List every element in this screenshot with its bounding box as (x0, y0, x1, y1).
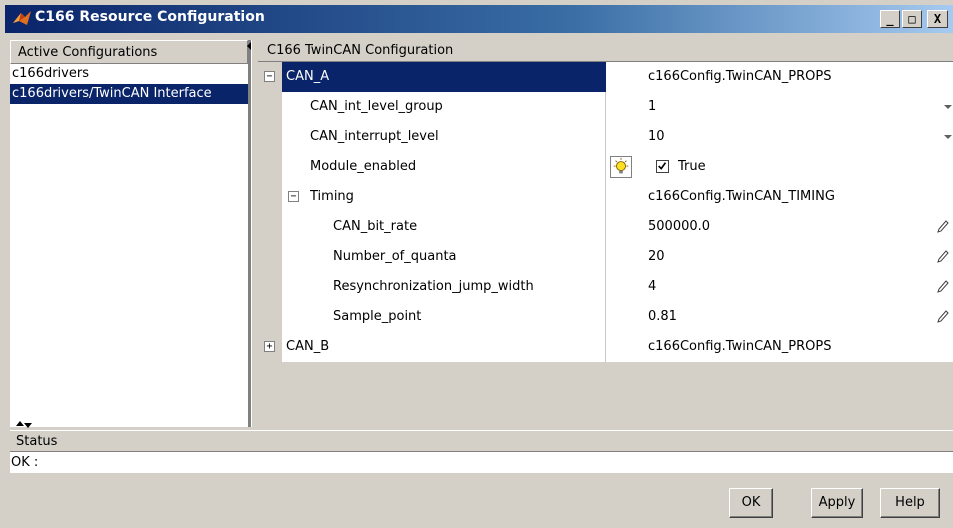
status-text: OK : (10, 451, 953, 473)
twincan-configuration-panel: C166 TwinCAN Configuration − CAN_A c166C… (258, 40, 953, 427)
property-name-cell: Resynchronization_jump_width (258, 272, 606, 302)
table-row[interactable]: − CAN_A c166Config.TwinCAN_PROPS (258, 62, 953, 92)
property-value-cell[interactable]: 500000.0 (606, 212, 953, 242)
config-item-c166drivers[interactable]: c166drivers (10, 64, 248, 84)
table-row[interactable]: CAN_int_level_group 1 (258, 92, 953, 122)
pencil-icon[interactable] (937, 220, 949, 234)
property-value: 500000.0 (648, 219, 711, 234)
status-header: Status (10, 430, 953, 452)
property-name: CAN_interrupt_level (310, 129, 439, 144)
property-name: Timing (310, 189, 354, 204)
property-value: 10 (648, 129, 665, 144)
property-value-cell[interactable]: 1 (606, 92, 953, 122)
table-row[interactable]: − Timing c166Config.TwinCAN_TIMING (258, 182, 953, 212)
property-name-cell: Number_of_quanta (258, 242, 606, 272)
property-name: CAN_bit_rate (333, 219, 418, 234)
config-item-twincan-interface[interactable]: c166drivers/TwinCAN Interface (10, 84, 248, 104)
title-bar: C166 Resource Configuration _ □ X (0, 0, 953, 33)
property-value: c166Config.TwinCAN_TIMING (648, 189, 835, 204)
property-value-cell[interactable]: 10 (606, 122, 953, 152)
property-value: 1 (648, 99, 657, 114)
pencil-icon[interactable] (937, 280, 949, 294)
table-row[interactable]: Module_enabled True (258, 152, 953, 182)
twincan-configuration-header: C166 TwinCAN Configuration (258, 40, 953, 62)
chevron-down-icon[interactable] (943, 131, 953, 143)
table-row[interactable]: Resynchronization_jump_width 4 (258, 272, 953, 302)
matlab-icon (13, 11, 31, 25)
property-value-cell[interactable]: 0.81 (606, 302, 953, 332)
pencil-icon[interactable] (937, 310, 949, 324)
property-value: c166Config.TwinCAN_PROPS (648, 69, 832, 84)
table-row[interactable]: CAN_interrupt_level 10 (258, 122, 953, 152)
table-row[interactable]: Number_of_quanta 20 (258, 242, 953, 272)
property-value: 0.81 (648, 309, 677, 324)
property-value: 20 (648, 249, 665, 264)
property-name: CAN_A (286, 69, 330, 84)
minimize-button[interactable]: _ (880, 10, 900, 28)
collapse-icon[interactable]: − (264, 71, 275, 82)
maximize-button[interactable]: □ (902, 10, 922, 28)
active-configurations-header: Active Configurations (10, 40, 248, 64)
property-name-cell: Module_enabled (258, 152, 606, 182)
chevron-down-icon[interactable] (943, 101, 953, 113)
property-value-cell[interactable]: 20 (606, 242, 953, 272)
property-name-cell: Sample_point (258, 302, 606, 332)
property-value: True (678, 159, 706, 174)
property-value-cell: c166Config.TwinCAN_TIMING (606, 182, 953, 212)
help-button[interactable]: Help (880, 488, 940, 518)
ok-button[interactable]: OK (729, 488, 773, 518)
property-name: Module_enabled (310, 159, 417, 174)
property-name-cell: − Timing (258, 182, 606, 212)
property-name: Number_of_quanta (333, 249, 457, 264)
property-name-cell: CAN_int_level_group (258, 92, 606, 122)
table-row[interactable]: + CAN_B c166Config.TwinCAN_PROPS (258, 332, 953, 362)
property-value-cell[interactable]: 4 (606, 272, 953, 302)
property-name: CAN_B (286, 339, 330, 354)
property-name-cell: CAN_interrupt_level (258, 122, 606, 152)
close-button[interactable]: X (927, 10, 948, 28)
property-name-cell: CAN_bit_rate (258, 212, 606, 242)
splitter-arrows-icon[interactable] (14, 420, 34, 430)
checkmark-icon (658, 162, 667, 170)
property-value: c166Config.TwinCAN_PROPS (648, 339, 832, 354)
apply-button[interactable]: Apply (811, 488, 863, 518)
property-name-cell: + CAN_B (258, 332, 606, 362)
collapse-icon[interactable]: − (288, 191, 299, 202)
lightbulb-icon[interactable] (610, 156, 632, 178)
table-row[interactable]: CAN_bit_rate 500000.0 (258, 212, 953, 242)
property-name-cell: − CAN_A (258, 62, 606, 92)
table-row[interactable]: Sample_point 0.81 (258, 302, 953, 332)
property-name: Sample_point (333, 309, 422, 324)
property-name: CAN_int_level_group (310, 99, 443, 114)
property-table: − CAN_A c166Config.TwinCAN_PROPS CAN_int… (258, 62, 953, 362)
property-value: 4 (648, 279, 657, 294)
expand-icon[interactable]: + (264, 341, 275, 352)
property-name: Resynchronization_jump_width (333, 279, 534, 294)
window-title: C166 Resource Configuration (35, 9, 265, 25)
active-configurations-panel: Active Configurations c166drivers c166dr… (10, 40, 251, 427)
pencil-icon[interactable] (937, 250, 949, 264)
module-enabled-checkbox[interactable] (656, 160, 669, 173)
property-value-cell: c166Config.TwinCAN_PROPS (606, 332, 953, 362)
property-value-cell[interactable]: True (606, 152, 953, 182)
property-value-cell: c166Config.TwinCAN_PROPS (606, 62, 953, 92)
